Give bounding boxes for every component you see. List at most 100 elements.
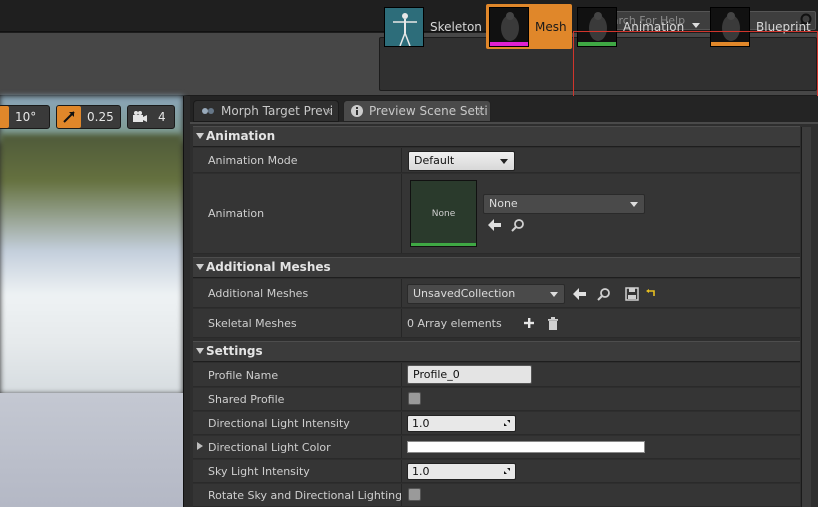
camera-speed-control[interactable]: 4: [127, 105, 175, 129]
panel-splitter[interactable]: [183, 96, 190, 507]
viewport-floor: [0, 393, 183, 507]
chevron-down-icon[interactable]: [692, 23, 700, 28]
category-settings-label: Settings: [206, 344, 263, 358]
morph-target-icon: [202, 108, 214, 114]
property-row-additional-meshes: Additional Meshes UnsavedCollection: [193, 279, 800, 308]
rotate-icon[interactable]: [0, 106, 9, 128]
collapse-arrow-icon[interactable]: [196, 133, 204, 139]
skeletal-meshes-label: Skeletal Meshes: [208, 317, 297, 330]
profile-name-label: Profile Name: [208, 369, 279, 382]
category-additional-meshes[interactable]: Additional Meshes: [193, 257, 800, 278]
animation-thumb-stripe: [411, 243, 476, 246]
skeletal-meshes-count: 0 Array elements: [407, 317, 502, 330]
directional-light-color-label: Directional Light Color: [208, 441, 331, 454]
tab-morph-label: Morph Target Previ: [221, 104, 334, 118]
column-divider: [401, 309, 402, 337]
animation-asset-dropdown[interactable]: None: [483, 194, 645, 214]
column-divider: [401, 412, 402, 434]
category-settings[interactable]: Settings: [193, 341, 800, 362]
column-divider: [401, 363, 402, 386]
property-row-sky-light-intensity: Sky Light Intensity 1.0: [193, 460, 800, 483]
shared-profile-label: Shared Profile: [208, 393, 285, 406]
column-divider: [401, 460, 402, 482]
property-row-directional-light-intensity: Directional Light Intensity 1.0: [193, 412, 800, 435]
mode-skeleton-label: Skeleton: [430, 19, 482, 34]
scale-snap-value: 0.25: [87, 110, 114, 124]
mode-skeleton-button[interactable]: Skeleton: [384, 4, 482, 49]
animation-mode-label: Animation Mode: [208, 154, 298, 167]
info-icon: [351, 105, 363, 117]
scrollbar[interactable]: [801, 127, 811, 507]
browse-search-icon[interactable]: [510, 217, 526, 233]
column-divider: [401, 484, 402, 506]
mode-mesh-button[interactable]: Mesh: [486, 4, 572, 49]
directional-light-intensity-input[interactable]: 1.0: [407, 415, 516, 432]
viewport-scene: [0, 134, 183, 394]
angle-snap-control[interactable]: 10°: [0, 105, 50, 129]
column-divider: [401, 279, 402, 307]
property-row-animation: Animation None None: [193, 174, 800, 254]
category-animation-label: Animation: [206, 129, 276, 143]
add-element-icon[interactable]: [521, 315, 537, 331]
rotate-sky-label: Rotate Sky and Directional Lighting: [208, 489, 403, 502]
chevron-down-icon: [550, 292, 558, 297]
close-icon[interactable]: ×: [476, 105, 485, 118]
expand-arrow-icon[interactable]: [197, 442, 203, 450]
profile-name-input[interactable]: Profile_0: [407, 365, 532, 384]
chevron-down-icon: [630, 202, 638, 207]
shared-profile-checkbox[interactable]: [408, 392, 421, 405]
browse-search-icon[interactable]: [596, 286, 612, 302]
sky-light-intensity-value: 1.0: [412, 465, 430, 478]
column-divider: [401, 388, 402, 410]
drag-handle-icon[interactable]: [502, 466, 512, 476]
column-divider: [401, 174, 402, 253]
additional-meshes-value: UnsavedCollection: [413, 287, 516, 300]
property-row-animation-mode: Animation Mode Default: [193, 148, 800, 173]
category-animation[interactable]: Animation: [193, 126, 800, 147]
animation-asset-value: None: [489, 197, 518, 210]
collapse-arrow-icon[interactable]: [196, 264, 204, 270]
tab-preview-label: Preview Scene Setti: [369, 104, 488, 118]
scale-snap-control[interactable]: 0.25: [56, 105, 121, 129]
rotate-sky-checkbox[interactable]: [408, 488, 421, 501]
mode-mesh-label: Mesh: [535, 19, 567, 34]
collapse-arrow-icon[interactable]: [196, 348, 204, 354]
property-row-directional-light-color: Directional Light Color: [193, 436, 800, 459]
animation-asset-thumbnail[interactable]: None: [410, 180, 477, 247]
close-icon[interactable]: ×: [324, 105, 333, 118]
delete-elements-icon[interactable]: [545, 315, 561, 331]
animation-mode-value: Default: [414, 154, 455, 167]
use-selected-arrow-icon[interactable]: [572, 286, 588, 302]
reset-to-default-icon[interactable]: [643, 286, 659, 302]
property-row-skeletal-meshes: Skeletal Meshes 0 Array elements: [193, 309, 800, 338]
mesh-thumbnail: [489, 6, 529, 47]
camera-speed-value: 4: [158, 110, 166, 124]
additional-meshes-label: Additional Meshes: [208, 287, 309, 300]
skeleton-figure-icon: [393, 12, 417, 46]
chevron-down-icon: [500, 159, 508, 164]
animation-mode-dropdown[interactable]: Default: [408, 151, 515, 171]
tab-preview-scene-settings[interactable]: Preview Scene Setti ×: [343, 100, 491, 122]
save-icon[interactable]: [624, 286, 640, 302]
skeleton-thumbnail: [384, 6, 424, 47]
animation-thumb-text: None: [431, 209, 456, 219]
sky-light-intensity-label: Sky Light Intensity: [208, 465, 310, 478]
angle-snap-value: 10°: [15, 110, 37, 124]
animation-label: Animation: [208, 207, 265, 220]
camera-icon[interactable]: [128, 106, 152, 128]
property-row-shared-profile: Shared Profile: [193, 388, 800, 411]
column-divider: [401, 148, 402, 172]
column-divider: [401, 436, 402, 458]
category-additional-label: Additional Meshes: [206, 260, 331, 274]
directional-light-intensity-value: 1.0: [412, 417, 430, 430]
directional-light-intensity-label: Directional Light Intensity: [208, 417, 350, 430]
mesh-stripe: [490, 41, 528, 46]
additional-meshes-dropdown[interactable]: UnsavedCollection: [407, 284, 565, 304]
property-row-rotate-sky: Rotate Sky and Directional Lighting: [193, 484, 800, 507]
directional-light-color-swatch[interactable]: [407, 441, 645, 453]
sky-light-intensity-input[interactable]: 1.0: [407, 463, 516, 480]
drag-handle-icon[interactable]: [502, 418, 512, 428]
scale-icon[interactable]: [57, 106, 81, 128]
tab-morph-target-preview[interactable]: Morph Target Previ ×: [193, 100, 339, 122]
use-selected-arrow-icon[interactable]: [487, 217, 503, 233]
